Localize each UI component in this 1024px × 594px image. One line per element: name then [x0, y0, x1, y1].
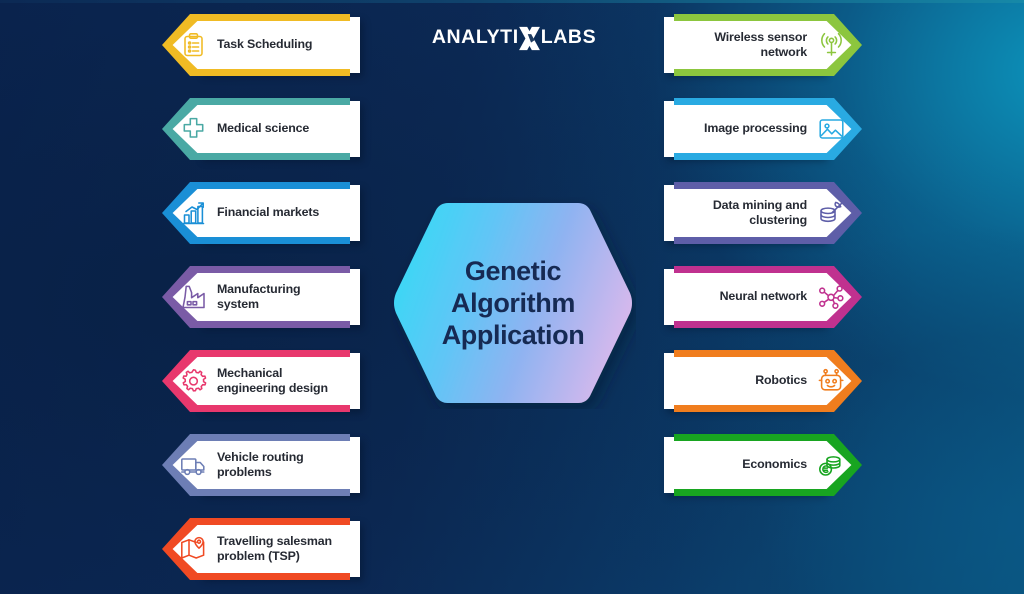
clipboard-list-icon	[178, 30, 208, 60]
pill-label: Vehicle routing problems	[217, 449, 304, 479]
pill-left-6[interactable]: Vehicle routing problems	[160, 434, 360, 496]
pill-left-4[interactable]: Manufacturing system	[160, 266, 360, 328]
neural-nodes-icon	[816, 282, 846, 312]
pill-body: Neural network	[668, 266, 864, 328]
coins-stack-icon	[816, 450, 846, 480]
pill-label: Data mining and clustering	[712, 197, 807, 227]
pill-right-1[interactable]: Wireless sensor network	[664, 14, 864, 76]
pill-body: Image processing	[668, 98, 864, 160]
pill-label: Neural network	[719, 289, 808, 304]
infographic-canvas: ANALYTI LABS Genetic Algorithm Applicati…	[0, 0, 1024, 594]
logo-text-part2: LABS	[540, 26, 597, 49]
logo-x-mark-icon	[516, 25, 543, 52]
pill-label: Financial markets	[217, 205, 320, 220]
pill-body: Wireless sensor network	[668, 14, 864, 76]
database-pickaxe-icon	[816, 198, 846, 228]
pill-label: Medical science	[217, 121, 310, 136]
analytixlabs-logo: ANALYTI LABS	[432, 24, 596, 52]
map-pin-icon	[178, 534, 208, 564]
hexagon-title-line-2: Algorithm	[451, 287, 575, 318]
background-top-edge	[0, 0, 1024, 3]
pill-left-1[interactable]: Task Scheduling	[160, 14, 360, 76]
pill-label: Manufacturing system	[217, 281, 301, 311]
pill-body: Vehicle routing problems	[160, 434, 356, 496]
pill-right-3[interactable]: Data mining and clustering	[664, 182, 864, 244]
pill-body: Financial markets	[160, 182, 356, 244]
pill-right-2[interactable]: Image processing	[664, 98, 864, 160]
robot-face-icon	[816, 366, 846, 396]
pill-right-6[interactable]: Economics	[664, 434, 864, 496]
pill-body: Task Scheduling	[160, 14, 356, 76]
pill-left-7[interactable]: Travelling salesman problem (TSP)	[160, 518, 360, 580]
pill-body: Data mining and clustering	[668, 182, 864, 244]
pill-body: Robotics	[668, 350, 864, 412]
pill-left-5[interactable]: Mechanical engineering design	[160, 350, 360, 412]
image-photo-icon	[816, 114, 846, 144]
pill-label: Mechanical engineering design	[217, 365, 328, 395]
pill-body: Mechanical engineering design	[160, 350, 356, 412]
pill-body: Economics	[668, 434, 864, 496]
center-hexagon: Genetic Algorithm Application	[390, 197, 636, 409]
pill-label: Task Scheduling	[217, 37, 313, 52]
wireless-signal-icon	[816, 30, 846, 60]
pill-right-4[interactable]: Neural network	[664, 266, 864, 328]
pill-label: Travelling salesman problem (TSP)	[217, 533, 332, 563]
logo-text-part1: ANALYTI	[431, 26, 519, 49]
pill-label: Wireless sensor network	[714, 29, 807, 59]
pill-left-2[interactable]: Medical science	[160, 98, 360, 160]
pill-label: Robotics	[755, 373, 807, 388]
pill-label: Economics	[742, 457, 807, 472]
gear-icon	[178, 366, 208, 396]
hexagon-title: Genetic Algorithm Application	[390, 197, 636, 409]
pill-right-5[interactable]: Robotics	[664, 350, 864, 412]
medical-cross-icon	[178, 114, 208, 144]
bar-chart-up-icon	[178, 198, 208, 228]
hexagon-title-line-1: Genetic	[464, 255, 562, 286]
pill-left-3[interactable]: Financial markets	[160, 182, 360, 244]
pill-body: Travelling salesman problem (TSP)	[160, 518, 356, 580]
truck-icon	[178, 450, 208, 480]
factory-icon	[178, 282, 208, 312]
pill-body: Medical science	[160, 98, 356, 160]
pill-label: Image processing	[704, 121, 807, 136]
hexagon-title-line-3: Application	[441, 320, 585, 351]
pill-body: Manufacturing system	[160, 266, 356, 328]
